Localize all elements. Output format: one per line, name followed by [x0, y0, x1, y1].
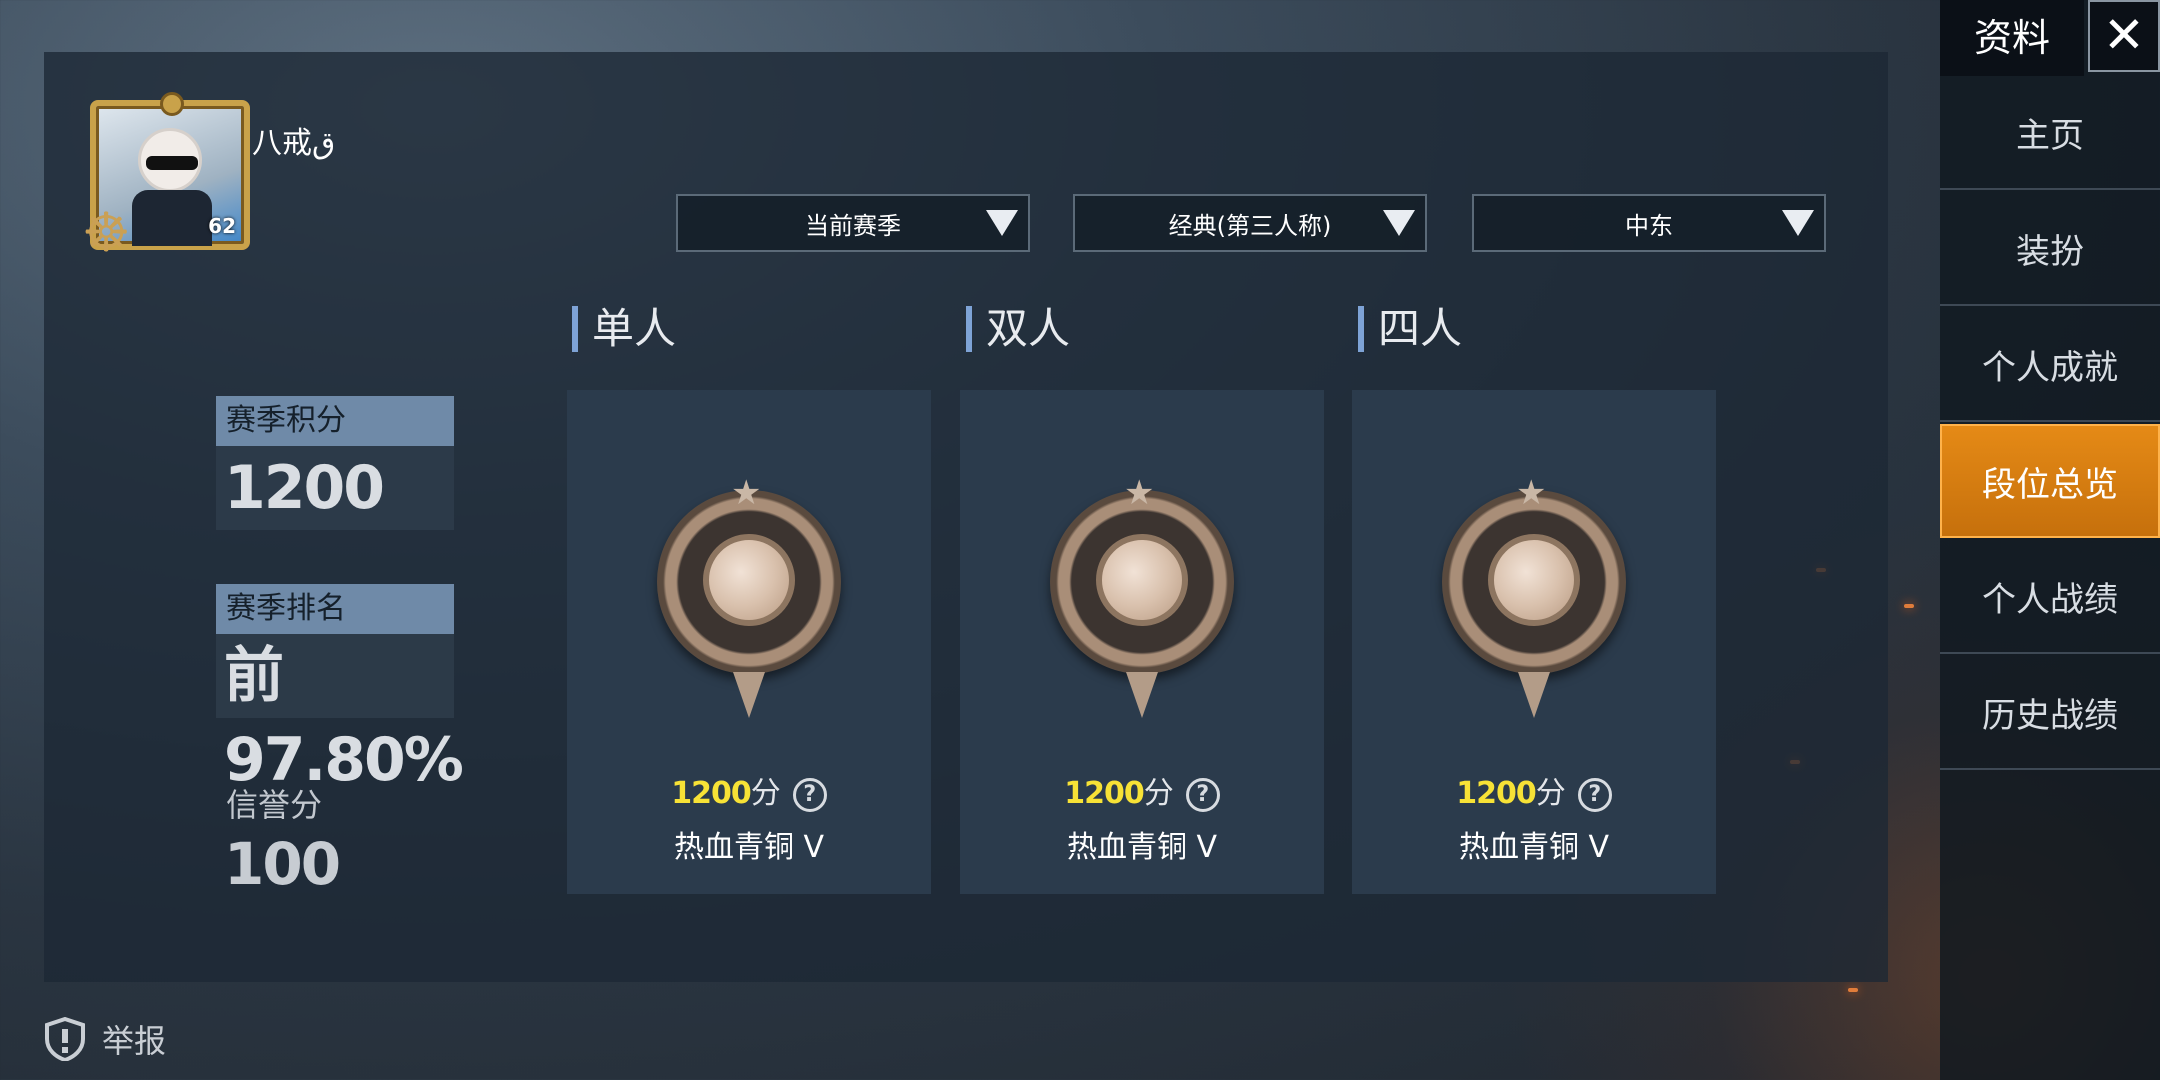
mode-dropdown-value: 经典(第三人称) [1168, 211, 1332, 240]
sidebar-item-personal-stats[interactable]: 个人战绩 [1940, 540, 2160, 654]
pan-icon [1488, 534, 1580, 626]
dropdown-arrow-icon [1782, 210, 1814, 236]
player-level: 62 [208, 214, 236, 238]
rank-points-value: 1200 [1064, 776, 1144, 811]
dropdown-arrow-icon [986, 210, 1018, 236]
mode-dropdown[interactable]: 经典(第三人称) [1073, 194, 1427, 252]
rank-points-row: 1200分? [960, 768, 1324, 812]
credit-score-value: 100 [224, 830, 341, 898]
player-name: 八戒ق [252, 126, 336, 161]
badge-handle [733, 672, 765, 718]
ship-wheel-icon: ☸ [82, 201, 131, 264]
rank-tier-name: 热血青铜 V [1066, 830, 1218, 865]
rank-points-row: 1200分? [1352, 768, 1716, 812]
credit-score-label: 信誉分 [226, 786, 323, 824]
help-icon[interactable]: ? [1577, 777, 1612, 812]
mode-header-duo: 双人 [966, 306, 1070, 352]
sidebar-item-achievements[interactable]: 个人成就 [1940, 308, 2160, 422]
sidebar-item-outfit[interactable]: 装扮 [1940, 192, 2160, 306]
season-rank-label: 赛季排名 [216, 584, 454, 634]
report-button[interactable]: 举报 [44, 1016, 166, 1062]
close-icon[interactable]: ✕ [2088, 0, 2160, 72]
help-icon[interactable]: ? [1185, 777, 1220, 812]
report-label: 举报 [102, 1022, 167, 1060]
bronze-pan-badge-icon: ★ [657, 476, 841, 718]
season-points-value: 1200 [216, 446, 454, 530]
pan-icon [703, 534, 795, 626]
sidebar-title: 资料 [1940, 0, 2084, 76]
bronze-pan-badge-icon: ★ [1442, 476, 1626, 718]
rank-points-row: 1200分? [567, 768, 931, 812]
region-dropdown-value: 中东 [1625, 211, 1673, 240]
help-icon[interactable]: ? [792, 777, 827, 812]
avatar-frame-gem [160, 92, 184, 116]
rank-card-squad[interactable]: ★ 1200分? 热血青铜 V [1352, 390, 1716, 894]
rank-card-duo[interactable]: ★ 1200分? 热血青铜 V [960, 390, 1324, 894]
pan-icon [1096, 534, 1188, 626]
ember-spark [1904, 604, 1914, 608]
season-dropdown[interactable]: 当前赛季 [676, 194, 1030, 252]
rank-tier-name: 热血青铜 V [1458, 830, 1610, 865]
ember-spark [1848, 988, 1858, 992]
rank-points-value: 1200 [1456, 776, 1536, 811]
season-rank-value: 前97.80% [216, 634, 464, 795]
avatar-body [132, 190, 212, 246]
sidebar-item-home[interactable]: 主页 [1940, 76, 2160, 190]
mode-header-solo: 单人 [572, 306, 676, 352]
star-icon: ★ [1516, 473, 1547, 513]
player-avatar[interactable]: ☸ 62 [82, 92, 250, 260]
sidebar-item-rank-overview[interactable]: 段位总览 [1940, 424, 2160, 538]
rank-points-unit: 分 [1143, 776, 1174, 811]
sidebar-header: 资料 ✕ [1940, 0, 2160, 76]
region-dropdown[interactable]: 中东 [1472, 194, 1826, 252]
rank-points-unit: 分 [750, 776, 781, 811]
season-dropdown-value: 当前赛季 [805, 211, 901, 240]
star-icon: ★ [731, 473, 762, 513]
mode-header-squad: 四人 [1358, 306, 1462, 352]
badge-handle [1126, 672, 1158, 718]
rank-points-value: 1200 [671, 776, 751, 811]
rank-points-unit: 分 [1535, 776, 1566, 811]
sidebar-item-match-history[interactable]: 历史战绩 [1940, 656, 2160, 770]
avatar-glasses [146, 156, 198, 170]
rank-card-solo[interactable]: ★ 1200分? 热血青铜 V [567, 390, 931, 894]
dropdown-arrow-icon [1383, 210, 1415, 236]
rank-tier-name: 热血青铜 V [673, 830, 825, 865]
bronze-pan-badge-icon: ★ [1050, 476, 1234, 718]
profile-sidebar: 资料 ✕ 主页 装扮 个人成就 段位总览 个人战绩 历史战绩 [1940, 0, 2160, 1080]
star-icon: ★ [1124, 473, 1155, 513]
season-points-label: 赛季积分 [216, 396, 454, 446]
badge-handle [1518, 672, 1550, 718]
shield-icon [45, 1017, 85, 1061]
